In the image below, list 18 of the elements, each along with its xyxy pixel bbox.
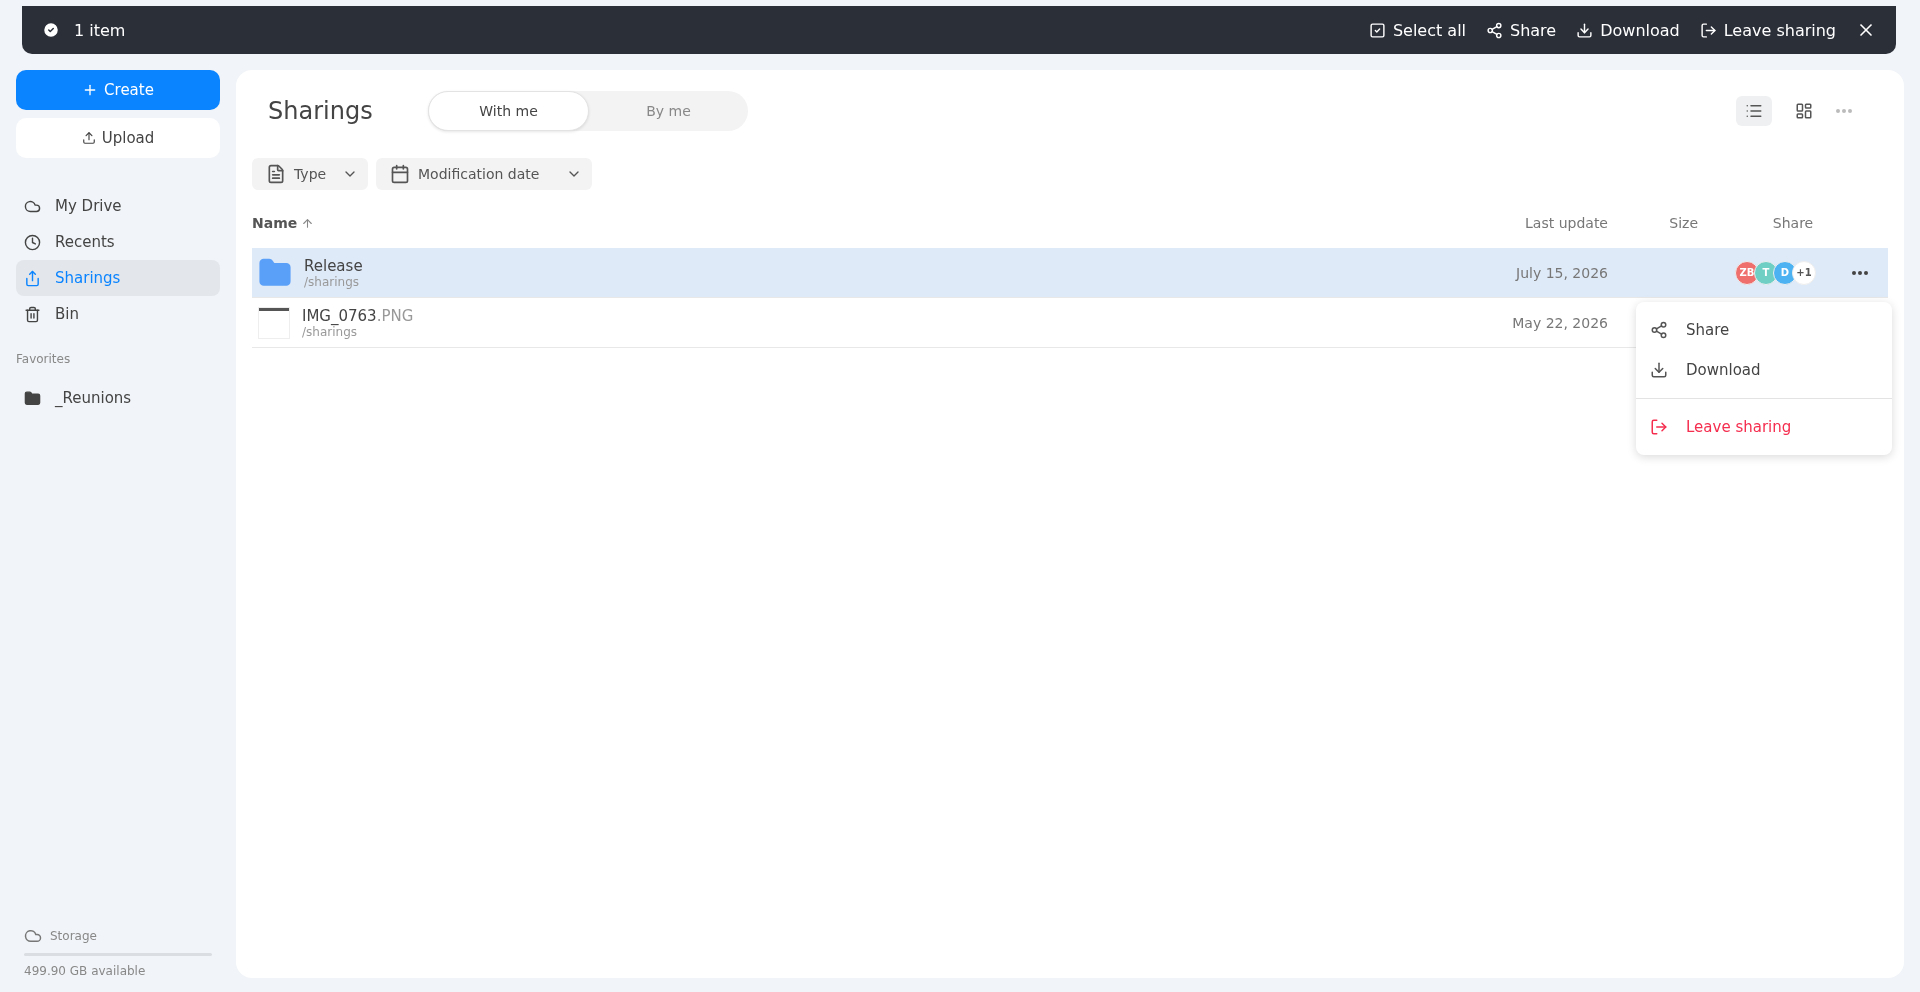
file-path: /sharings: [304, 274, 360, 289]
selection-count-text: 1 item: [74, 20, 126, 40]
file-path: /sharings: [302, 324, 357, 339]
section-title: Favorites: [16, 352, 72, 366]
column-header: Size: [1668, 215, 1698, 231]
storage-available: 499.90 GB available: [24, 964, 147, 978]
storage-title: Storage: [50, 929, 97, 943]
file-name: Release: [304, 256, 363, 275]
avatar: T: [1754, 260, 1778, 285]
avatar: D: [1773, 260, 1797, 285]
column-header: Last update: [1524, 215, 1608, 231]
file-name: IMG_0763.PNG: [302, 306, 414, 325]
date-cell-text: May 22, 2026: [1511, 314, 1608, 331]
avatar: +1: [1792, 260, 1816, 285]
date-cell-text: July 15, 2026: [1514, 264, 1608, 281]
avatar: ZB: [1735, 260, 1759, 285]
page-title: Sharings: [268, 97, 374, 125]
column-header: Share: [1771, 215, 1815, 231]
